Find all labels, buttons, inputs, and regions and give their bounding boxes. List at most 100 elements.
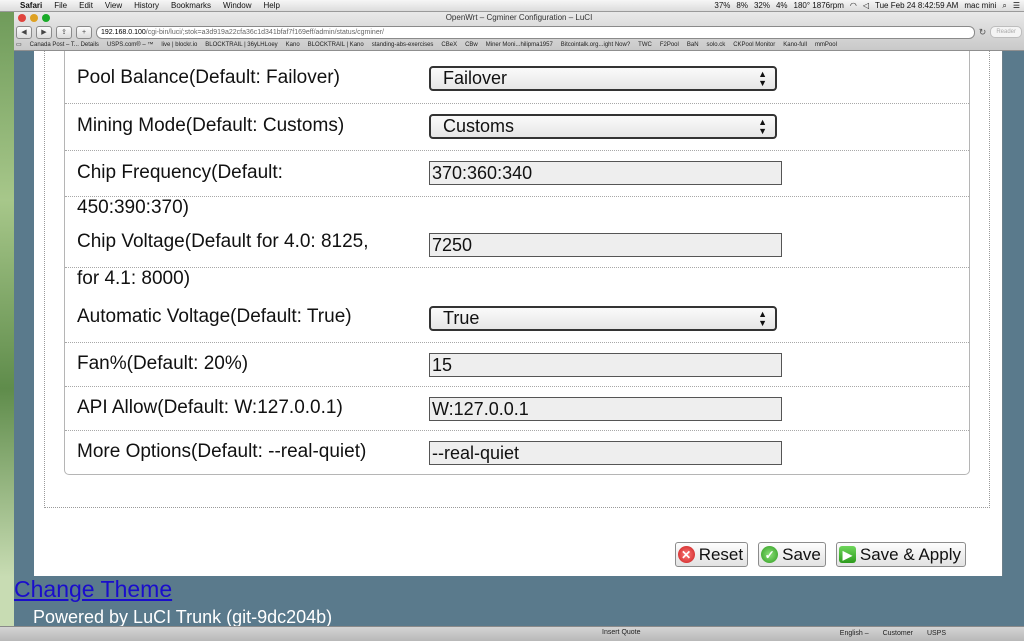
search-icon[interactable]: ⌕ bbox=[1002, 1, 1006, 11]
bookmark-item[interactable]: TWC bbox=[638, 42, 652, 48]
bookmark-item[interactable]: Miner Moni...hilipma1957 bbox=[486, 42, 553, 48]
bookmark-item[interactable]: BLOCKTRAIL | 36yLHLoey bbox=[205, 42, 277, 48]
play-icon: ▶ bbox=[838, 546, 856, 563]
usps-link[interactable]: USPS bbox=[927, 630, 946, 637]
form-actions: ✕ Reset ✓ Save ▶ Save & Apply bbox=[674, 542, 966, 567]
bookmark-item[interactable]: Canada Post – T... Details bbox=[30, 42, 99, 48]
change-theme-link[interactable]: Change Theme bbox=[14, 576, 172, 603]
save-label: Save bbox=[782, 544, 821, 564]
browser-chrome: OpenWrt – Cgminer Configuration – LuCI ◀… bbox=[14, 12, 1024, 51]
bookmark-item[interactable]: live | blockr.io bbox=[161, 42, 197, 48]
volume-icon[interactable]: ◁ bbox=[863, 1, 869, 10]
bookmark-item[interactable]: Bitcointalk.org...ight Now? bbox=[561, 42, 630, 48]
form-row-mining-mode: Mining Mode(Default: Customs) Customs ▲ ▼ bbox=[65, 103, 969, 151]
bookmark-item[interactable]: CBw bbox=[465, 42, 478, 48]
menu-history[interactable]: History bbox=[128, 1, 165, 10]
forward-icon[interactable]: ▶ bbox=[36, 25, 52, 39]
menu-help[interactable]: Help bbox=[257, 1, 285, 10]
save-button[interactable]: ✓ Save bbox=[758, 542, 826, 567]
clock[interactable]: Tue Feb 24 8:42:59 AM bbox=[875, 1, 958, 10]
form-row-more-options: More Options(Default: --real-quiet) bbox=[65, 430, 969, 474]
status-bar: Insert Quote English – Customer USPS bbox=[0, 626, 1024, 641]
bookmark-item[interactable]: F2Pool bbox=[660, 42, 679, 48]
window-title: OpenWrt – Cgminer Configuration – LuCI bbox=[445, 13, 593, 22]
wifi-icon[interactable]: ◠ bbox=[850, 1, 857, 10]
navigation-row: ◀ ▶ ⇪ + 192.168.0.100/cgi-bin/luci/;stok… bbox=[16, 25, 1022, 39]
form-row-auto-voltage: for 4.1: 8000) Automatic Voltage(Default… bbox=[65, 267, 969, 343]
fan-input[interactable] bbox=[429, 353, 782, 377]
mining-mode-label: Mining Mode(Default: Customs) bbox=[77, 115, 345, 136]
cpu-percent-3: 4% bbox=[775, 1, 788, 10]
page-area: Pool Balance(Default: Failover) Failover… bbox=[14, 51, 1024, 624]
form-row-chip-voltage: 450:390:370) Chip Voltage(Default for 4.… bbox=[65, 196, 969, 268]
chip-voltage-input[interactable] bbox=[429, 233, 782, 257]
form-row-api-allow: API Allow(Default: W:127.0.0.1) bbox=[65, 386, 969, 431]
mining-mode-select[interactable]: Customs ▲ ▼ bbox=[429, 114, 777, 139]
bookmark-item[interactable]: mmPool bbox=[815, 42, 837, 48]
bookmark-item[interactable]: CBeX bbox=[441, 42, 457, 48]
cgminer-settings-panel: Pool Balance(Default: Failover) Failover… bbox=[64, 51, 970, 475]
customer-link[interactable]: Customer bbox=[883, 630, 913, 637]
bookmark-item[interactable]: Kano-full bbox=[783, 42, 807, 48]
menubar-status-area: 37% 8% 32% 4% 180° 1876rpm ◠ ◁ Tue Feb 2… bbox=[714, 1, 1024, 11]
reading-list-icon[interactable]: ▭ bbox=[16, 41, 22, 48]
form-row-fan: Fan%(Default: 20%) bbox=[65, 342, 969, 387]
share-icon[interactable]: ⇪ bbox=[56, 25, 72, 39]
menu-file[interactable]: File bbox=[48, 1, 73, 10]
cpu-percent-1: 8% bbox=[736, 1, 748, 10]
chip-voltage-label-line2: for 4.1: 8000) bbox=[77, 268, 191, 289]
menu-window[interactable]: Window bbox=[217, 1, 257, 10]
url-field[interactable]: 192.168.0.100/cgi-bin/luci/;stok=a3d919a… bbox=[96, 25, 975, 39]
bookmarks-bar: ▭ Canada Post – T... Details USPS.com® –… bbox=[16, 40, 1022, 49]
desktop-wallpaper bbox=[0, 12, 14, 640]
user-name[interactable]: mac mini bbox=[964, 1, 996, 10]
add-bookmark-icon[interactable]: + bbox=[76, 25, 92, 39]
menu-app-safari[interactable]: Safari bbox=[14, 1, 48, 10]
bookmark-item[interactable]: BaN bbox=[687, 42, 699, 48]
cpu-percent-2: 32% bbox=[753, 1, 770, 10]
pool-balance-value: Failover bbox=[443, 68, 508, 88]
bookmark-item[interactable]: CKPool Monitor bbox=[733, 42, 775, 48]
more-options-input[interactable] bbox=[429, 441, 782, 465]
chip-voltage-label-line1: Chip Voltage(Default for 4.0: 8125, bbox=[77, 231, 369, 252]
back-icon[interactable]: ◀ bbox=[16, 25, 32, 39]
url-path: /cgi-bin/luci/;stok=a3d919a22cfa36c1d341… bbox=[145, 28, 384, 36]
reset-icon: ✕ bbox=[677, 546, 695, 563]
auto-voltage-select[interactable]: True ▲ ▼ bbox=[429, 306, 777, 331]
menu-edit[interactable]: Edit bbox=[73, 1, 99, 10]
pool-balance-label: Pool Balance(Default: Failover) bbox=[77, 67, 340, 88]
pool-balance-select[interactable]: Failover ▲ ▼ bbox=[429, 66, 777, 91]
powered-by-text: Powered by LuCI Trunk (git-9dc204b) bbox=[33, 607, 333, 627]
bookmark-item[interactable]: USPS.com® – ™ bbox=[107, 42, 153, 48]
english-menu[interactable]: English – bbox=[840, 630, 869, 637]
save-apply-button[interactable]: ▶ Save & Apply bbox=[835, 542, 966, 567]
auto-voltage-value: True bbox=[443, 308, 480, 328]
chip-frequency-input[interactable] bbox=[429, 161, 782, 185]
menu-bookmarks[interactable]: Bookmarks bbox=[165, 1, 217, 10]
status-bar-right: English – Customer USPS bbox=[840, 630, 946, 637]
mac-menubar: Safari File Edit View History Bookmarks … bbox=[0, 0, 1024, 12]
api-allow-label: API Allow(Default: W:127.0.0.1) bbox=[77, 397, 343, 418]
bookmark-item[interactable]: solo.ck bbox=[707, 42, 726, 48]
fan-temp-readout: 180° 1876rpm bbox=[793, 1, 844, 10]
refresh-icon[interactable]: ↻ bbox=[979, 27, 987, 38]
checkmark-icon: ✓ bbox=[761, 546, 779, 563]
reader-button[interactable]: Reader bbox=[990, 26, 1022, 38]
insert-quote-link[interactable]: Insert Quote bbox=[602, 629, 641, 636]
battery-percent: 37% bbox=[714, 1, 731, 10]
menu-view[interactable]: View bbox=[99, 1, 128, 10]
mining-mode-value: Customs bbox=[443, 116, 515, 136]
fan-label: Fan%(Default: 20%) bbox=[77, 353, 249, 374]
bookmark-item[interactable]: Kano bbox=[286, 42, 300, 48]
reset-button[interactable]: ✕ Reset bbox=[674, 542, 749, 567]
bookmark-item[interactable]: BLOCKTRAIL | Kano bbox=[308, 42, 364, 48]
main-content: Pool Balance(Default: Failover) Failover… bbox=[34, 51, 1003, 576]
auto-voltage-label: Automatic Voltage(Default: True) bbox=[77, 306, 352, 327]
chip-frequency-label-line2: 450:390:370) bbox=[77, 197, 189, 218]
list-icon[interactable]: ☰ bbox=[1013, 1, 1020, 10]
form-row-pool-balance: Pool Balance(Default: Failover) Failover… bbox=[65, 51, 969, 104]
select-arrows-icon: ▲ ▼ bbox=[758, 117, 767, 136]
api-allow-input[interactable] bbox=[429, 397, 782, 421]
bookmark-item[interactable]: standing-abs-exercises bbox=[372, 42, 434, 48]
form-row-chip-frequency: Chip Frequency(Default: bbox=[65, 150, 969, 197]
